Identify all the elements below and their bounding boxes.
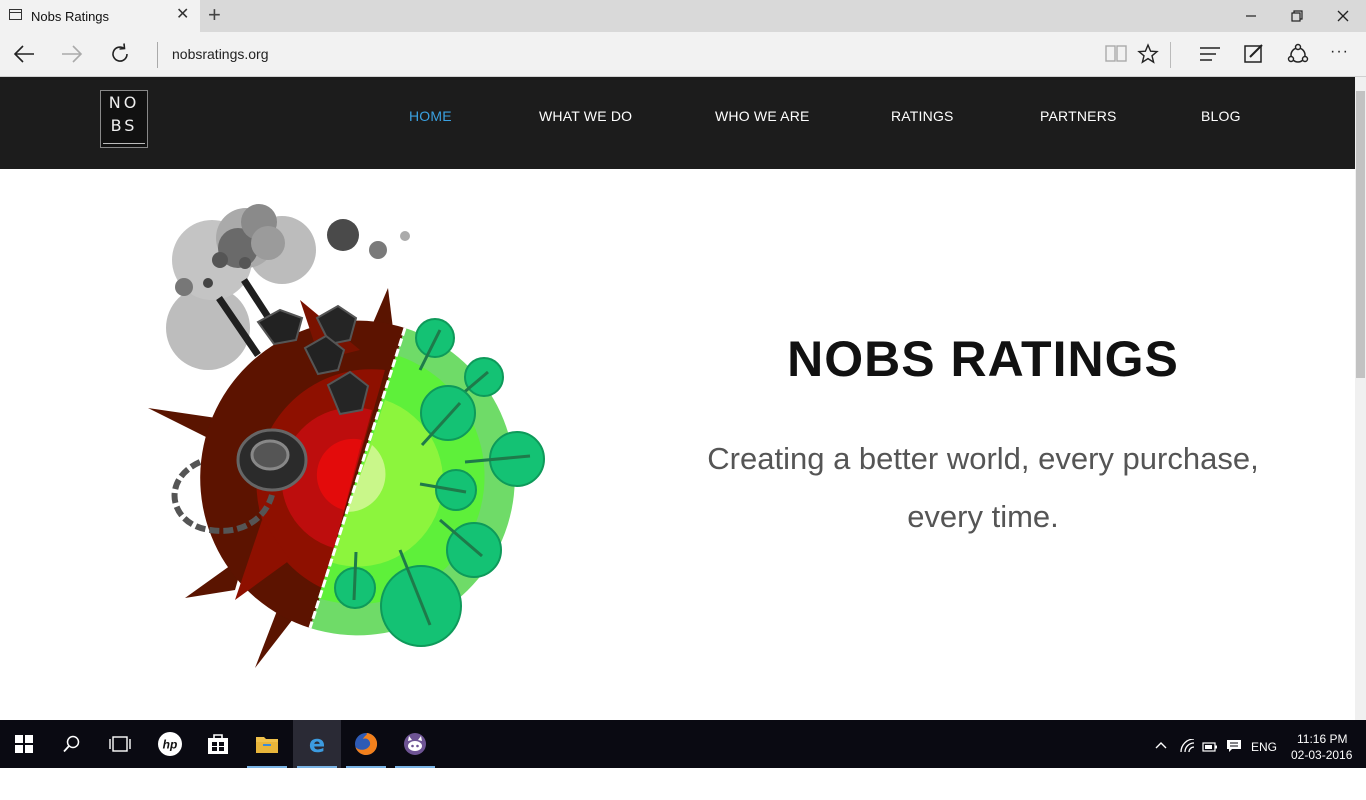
back-icon[interactable] xyxy=(12,42,36,66)
logo-text-top: NO xyxy=(108,93,140,112)
nav-who-we-are[interactable]: WHO WE ARE xyxy=(715,108,810,124)
nav-blog[interactable]: BLOG xyxy=(1201,108,1241,124)
address-bar-row: nobsratings.org ··· xyxy=(0,32,1366,77)
windows-taskbar: hp e ENG 11:16 PM 02-03-2016 xyxy=(0,720,1366,768)
page-icon xyxy=(9,9,22,20)
restore-icon xyxy=(1291,10,1303,22)
restore-button[interactable] xyxy=(1274,0,1320,32)
screen: { "browser": { "tab": { "title": "Nobs R… xyxy=(0,0,1366,800)
task-view-button[interactable] xyxy=(96,720,144,768)
favorite-star-icon[interactable] xyxy=(1136,43,1160,65)
logo-underline xyxy=(103,143,145,144)
reading-view-icon[interactable] xyxy=(1104,43,1128,65)
action-center-icon[interactable] xyxy=(1226,739,1242,753)
file-explorer-button[interactable] xyxy=(243,720,291,768)
hero-subtitle-line-2: every time. xyxy=(907,499,1059,534)
github-button[interactable] xyxy=(391,720,439,768)
toolbar-separator xyxy=(1170,42,1171,68)
edge-icon: e xyxy=(309,731,325,757)
more-icon[interactable]: ··· xyxy=(1330,43,1349,61)
store-button[interactable] xyxy=(194,720,242,768)
tab-strip: Nobs Ratings ✕ + xyxy=(0,0,1366,32)
firefox-icon xyxy=(355,732,378,755)
edge-button[interactable]: e xyxy=(293,720,341,768)
desktop-margin xyxy=(0,768,1366,800)
search-button[interactable] xyxy=(48,720,96,768)
close-tab-icon[interactable]: ✕ xyxy=(176,7,189,23)
refresh-icon[interactable] xyxy=(108,42,132,66)
svg-text:e: e xyxy=(309,731,325,757)
url-field[interactable]: nobsratings.org xyxy=(172,46,269,62)
firefox-button[interactable] xyxy=(342,720,390,768)
tab-title: Nobs Ratings xyxy=(31,9,110,24)
clock-time[interactable]: 11:16 PM xyxy=(1297,732,1347,746)
url-separator xyxy=(157,42,158,68)
hp-app-button[interactable]: hp xyxy=(146,720,194,768)
site-navbar: NO BS HOME WHAT WE DO WHO WE ARE RATINGS… xyxy=(0,77,1355,169)
github-icon xyxy=(404,733,426,755)
search-icon xyxy=(63,735,80,753)
nav-partners[interactable]: PARTNERS xyxy=(1040,108,1117,124)
start-button[interactable] xyxy=(0,720,48,768)
nav-what-we-do[interactable]: WHAT WE DO xyxy=(539,108,632,124)
start-icon xyxy=(15,735,33,753)
hub-icon[interactable] xyxy=(1198,43,1222,65)
task-view-icon xyxy=(109,736,131,752)
nav-home[interactable]: HOME xyxy=(409,108,452,124)
share-icon[interactable] xyxy=(1286,43,1310,65)
nobs-logo[interactable]: NO BS xyxy=(100,90,148,148)
close-window-button[interactable] xyxy=(1320,0,1366,32)
web-note-icon[interactable] xyxy=(1242,43,1266,65)
hp-icon: hp xyxy=(158,732,182,756)
scrollbar-thumb[interactable] xyxy=(1356,91,1365,378)
minimize-icon xyxy=(1246,15,1256,17)
wifi-icon[interactable] xyxy=(1180,739,1196,753)
file-explorer-icon xyxy=(256,737,278,753)
hero-subtitle: Creating a better world, every purchase,… xyxy=(690,430,1276,546)
tire xyxy=(236,428,308,492)
hero-title: NOBS RATINGS xyxy=(787,331,1179,387)
battery-icon[interactable] xyxy=(1202,742,1218,752)
logo-text-bottom: BS xyxy=(110,116,138,135)
language-indicator[interactable]: ENG xyxy=(1251,740,1277,754)
browser-tab[interactable]: Nobs Ratings ✕ xyxy=(0,0,200,32)
clock-date[interactable]: 02-03-2016 xyxy=(1291,748,1352,762)
store-icon xyxy=(208,734,228,754)
show-hidden-icons-icon[interactable] xyxy=(1155,741,1167,749)
forward-icon[interactable] xyxy=(60,42,84,66)
new-tab-button[interactable]: + xyxy=(208,4,221,26)
hero-subtitle-line-1: Creating a better world, every purchase, xyxy=(707,441,1259,476)
minimize-button[interactable] xyxy=(1228,0,1274,32)
nav-ratings[interactable]: RATINGS xyxy=(891,108,954,124)
svg-text:hp: hp xyxy=(163,738,178,752)
hero-illustration xyxy=(148,204,545,668)
close-icon xyxy=(1337,10,1349,22)
